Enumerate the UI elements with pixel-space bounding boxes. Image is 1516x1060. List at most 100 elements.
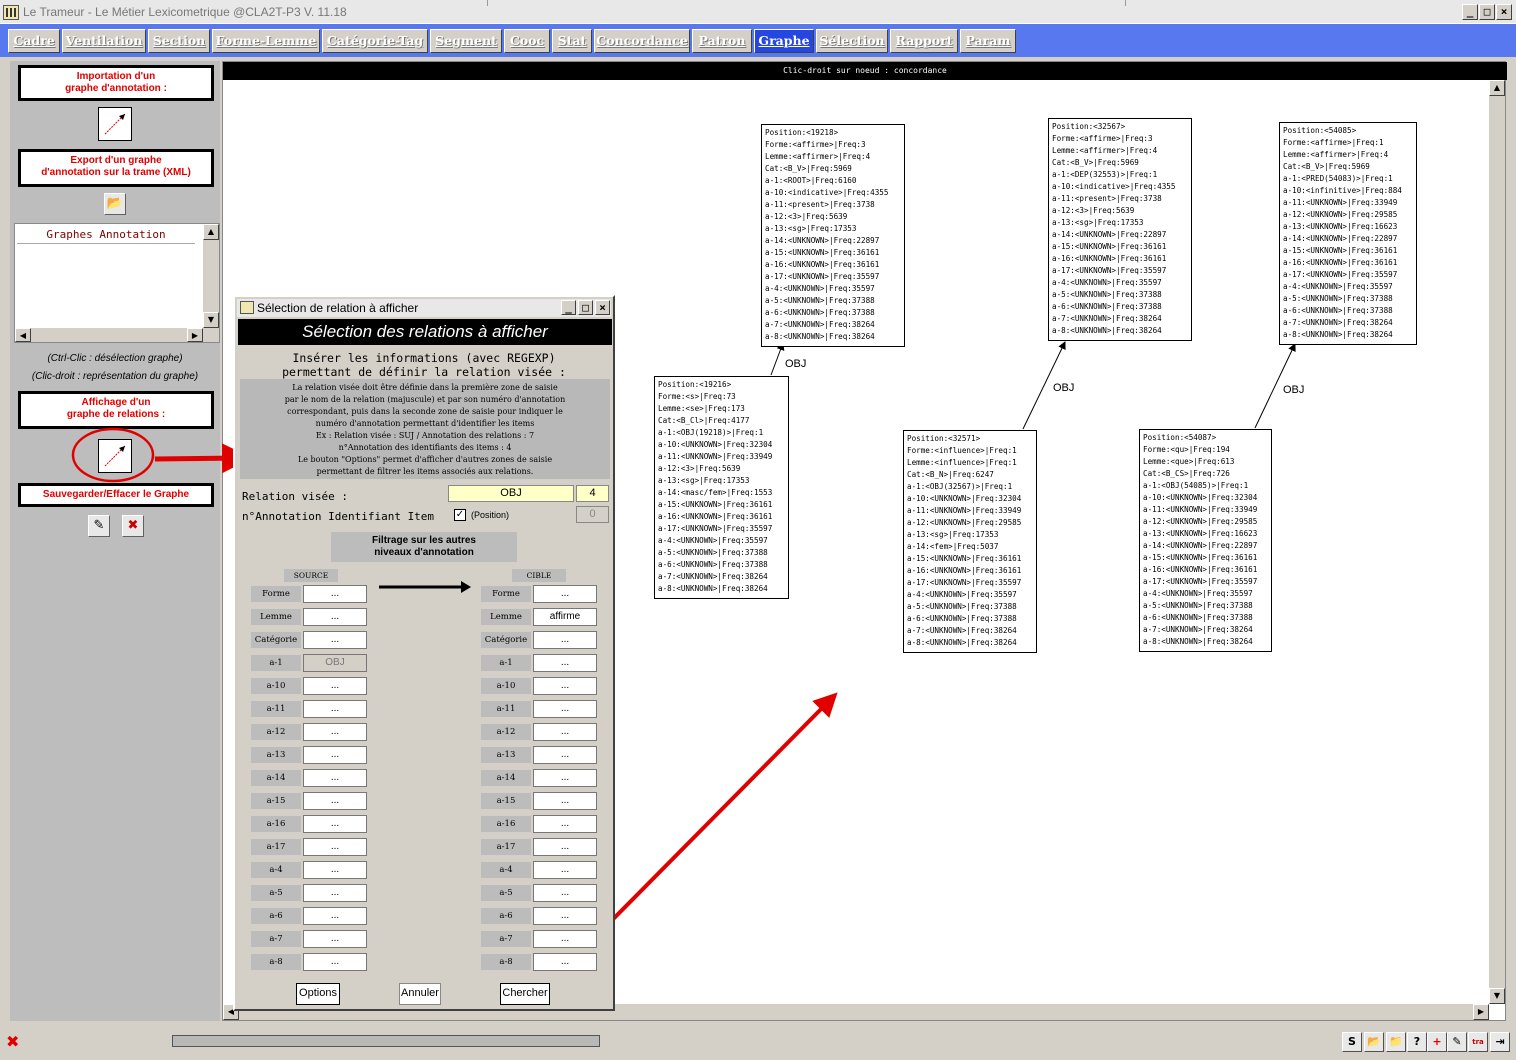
error-icon[interactable]: ✖ [6, 1032, 19, 1051]
source-input-a-4[interactable]: ... [303, 861, 367, 879]
export-folder-button[interactable]: 📂 [104, 193, 126, 215]
position-checkbox[interactable]: ✓ [454, 509, 466, 521]
tab-categorie-tag[interactable]: Catégorie-Tag [322, 29, 428, 53]
target-input-a-7[interactable]: ... [533, 930, 597, 948]
graph-annotation-list[interactable]: Graphes Annotation ▲ ▼ ◀ ▶ [14, 223, 220, 343]
close-button[interactable]: × [1496, 4, 1512, 20]
source-input-a-5[interactable]: ... [303, 884, 367, 902]
maximize-button[interactable]: □ [1479, 4, 1495, 20]
source-input-a-1[interactable]: OBJ [303, 654, 367, 672]
target-input-a-14[interactable]: ... [533, 769, 597, 787]
tab-patron[interactable]: Patron [692, 29, 752, 53]
graph-node[interactable]: Position:<32571> Forme:<influence>|Freq:1… [903, 430, 1037, 653]
scroll-up-icon[interactable]: ▲ [1489, 80, 1505, 96]
target-row-label-a-16: a-16 [481, 816, 531, 832]
tab-ventilation[interactable]: Ventilation [62, 29, 146, 53]
cancel-button[interactable]: Annuler [399, 983, 441, 1005]
source-input-a-11[interactable]: ... [303, 700, 367, 718]
target-input-forme[interactable]: ... [533, 585, 597, 603]
tab-forme-lemme[interactable]: Forme-Lemme [212, 29, 320, 53]
relation-number-input[interactable]: 4 [576, 485, 609, 502]
target-input-lemme[interactable]: affirme [533, 608, 597, 626]
search-button[interactable]: Chercher [500, 983, 550, 1005]
source-input-a-8[interactable]: ... [303, 953, 367, 971]
node-line: a-5:<UNKNOWN>|Freq:37388 [1052, 290, 1162, 299]
scroll-right-icon[interactable]: ▶ [187, 328, 203, 342]
tab-selection[interactable]: Sélection [816, 29, 888, 53]
close-button[interactable]: × [595, 300, 610, 315]
source-input-cat-gorie[interactable]: ... [303, 631, 367, 649]
target-input-a-16[interactable]: ... [533, 815, 597, 833]
relation-input[interactable]: OBJ [448, 485, 574, 502]
node-line: a-15:<UNKNOWN>|Freq:36161 [1283, 246, 1398, 255]
target-input-a-1[interactable]: ... [533, 654, 597, 672]
save-graph-button[interactable]: ✎ [88, 515, 110, 537]
target-row-label-a-4: a-4 [481, 862, 531, 878]
target-input-a-5[interactable]: ... [533, 884, 597, 902]
tab-rapport[interactable]: Rapport [890, 29, 958, 53]
target-input-a-17[interactable]: ... [533, 838, 597, 856]
target-input-a-4[interactable]: ... [533, 861, 597, 879]
source-input-a-16[interactable]: ... [303, 815, 367, 833]
display-graph-button[interactable] [98, 439, 132, 473]
source-input-forme[interactable]: ... [303, 585, 367, 603]
exit-icon[interactable]: ⇥ [1490, 1032, 1510, 1052]
target-input-a-13[interactable]: ... [533, 746, 597, 764]
canvas-vscrollbar[interactable]: ▲ ▼ [1489, 80, 1505, 1004]
list-hscrollbar[interactable]: ◀ ▶ [15, 328, 219, 342]
erase-graph-button[interactable]: ✖ [122, 515, 144, 537]
node-line: a-4:<UNKNOWN>|Freq:35597 [1052, 278, 1162, 287]
tab-segment[interactable]: Segment [430, 29, 502, 53]
edit-icon[interactable]: ✎ [1447, 1032, 1467, 1052]
target-input-a-10[interactable]: ... [533, 677, 597, 695]
graph-node[interactable]: Position:<19218> Forme:<affirme>|Freq:3 Le… [761, 124, 905, 347]
tab-cooc[interactable]: Cooc [504, 29, 550, 53]
source-input-a-7[interactable]: ... [303, 930, 367, 948]
tab-graphe[interactable]: Graphe [754, 29, 814, 53]
source-input-a-10[interactable]: ... [303, 677, 367, 695]
source-input-a-6[interactable]: ... [303, 907, 367, 925]
scroll-left-icon[interactable]: ◀ [15, 328, 31, 342]
scroll-down-icon[interactable]: ▼ [1489, 988, 1505, 1004]
source-input-a-17[interactable]: ... [303, 838, 367, 856]
list-vscrollbar[interactable]: ▲ ▼ [203, 224, 219, 328]
tab-section[interactable]: Section [148, 29, 210, 53]
tab-cadre[interactable]: Cadre [8, 29, 60, 53]
source-input-a-14[interactable]: ... [303, 769, 367, 787]
scroll-right-icon[interactable]: ▶ [1473, 1004, 1489, 1020]
trameur-icon[interactable]: tra [1468, 1032, 1488, 1052]
scroll-down-icon[interactable]: ▼ [203, 312, 219, 328]
import-graph-button[interactable] [98, 107, 132, 141]
source-input-lemme[interactable]: ... [303, 608, 367, 626]
node-line: a-1:<ROOT>|Freq:6160 [765, 176, 857, 185]
source-input-a-13[interactable]: ... [303, 746, 367, 764]
tab-concordance[interactable]: Concordance [594, 29, 690, 53]
target-input-a-12[interactable]: ... [533, 723, 597, 741]
source-input-a-15[interactable]: ... [303, 792, 367, 810]
target-input-a-8[interactable]: ... [533, 953, 597, 971]
add-icon[interactable]: + [1427, 1032, 1447, 1052]
minimize-button[interactable]: _ [1462, 4, 1478, 20]
target-input-a-15[interactable]: ... [533, 792, 597, 810]
target-input-a-6[interactable]: ... [533, 907, 597, 925]
stats-icon[interactable]: S [1342, 1032, 1362, 1052]
graph-node[interactable]: Position:<54085> Forme:<affirme>|Freq:1 Le… [1279, 122, 1417, 345]
graph-node[interactable]: Position:<19216> Forme:<s>|Freq:73 Lemme:<… [654, 376, 789, 599]
node-line: Lemme:<que>|Freq:613 [1143, 457, 1235, 466]
target-input-cat-gorie[interactable]: ... [533, 631, 597, 649]
minimize-button[interactable]: _ [561, 300, 576, 315]
tab-param[interactable]: Param [960, 29, 1016, 53]
maximize-button[interactable]: □ [578, 300, 593, 315]
target-row-label-cat-gorie: Catégorie [481, 632, 531, 648]
tab-stat[interactable]: Stat [552, 29, 592, 53]
source-input-a-12[interactable]: ... [303, 723, 367, 741]
open-icon[interactable]: 📁 [1386, 1032, 1406, 1052]
folder-icon[interactable]: 📂 [1364, 1032, 1384, 1052]
graph-node[interactable]: Position:<32567> Forme:<affirme>|Freq:3 Le… [1048, 118, 1192, 341]
help-icon[interactable]: ? [1407, 1032, 1427, 1052]
graph-node[interactable]: Position:<54087> Forme:<qu>|Freq:194 Lemme… [1139, 429, 1272, 652]
item-id-input[interactable]: 0 [576, 506, 609, 523]
options-button[interactable]: Options [296, 983, 340, 1005]
target-input-a-11[interactable]: ... [533, 700, 597, 718]
scroll-up-icon[interactable]: ▲ [203, 224, 219, 240]
